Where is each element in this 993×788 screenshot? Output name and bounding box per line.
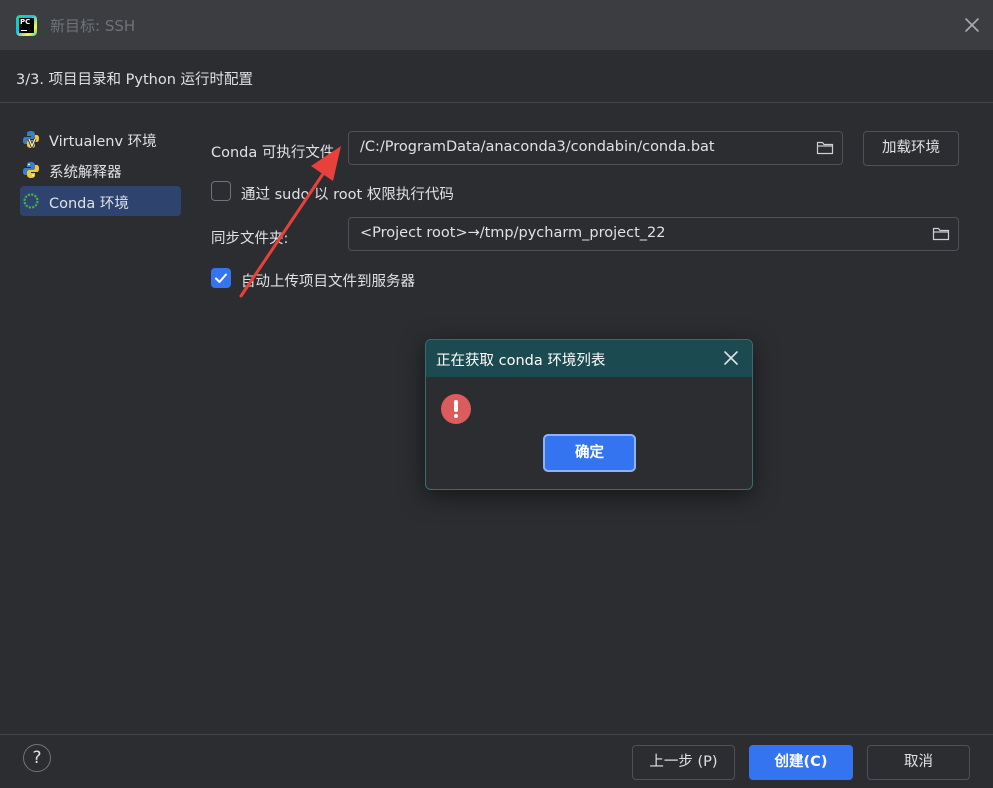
previous-button[interactable]: 上一步 (P) bbox=[632, 745, 735, 780]
help-icon[interactable]: ? bbox=[23, 744, 51, 772]
error-icon bbox=[441, 394, 471, 424]
sudo-checkbox[interactable] bbox=[211, 181, 231, 201]
auto-upload-checkbox[interactable] bbox=[211, 268, 231, 288]
step-header: 3/3. 项目目录和 Python 运行时配置 bbox=[0, 50, 993, 103]
sidebar-item-virtualenv[interactable]: Virtualenv 环境 bbox=[20, 124, 181, 154]
sidebar-item-label: 系统解释器 bbox=[49, 165, 122, 181]
sidebar-item-conda[interactable]: Conda 环境 bbox=[20, 186, 181, 216]
sidebar-item-label: Virtualenv 环境 bbox=[49, 134, 157, 150]
footer: ? 上一步 (P) 创建(C) 取消 bbox=[0, 734, 993, 788]
conda-icon bbox=[23, 193, 39, 209]
ok-button[interactable]: 确定 bbox=[543, 434, 636, 472]
conda-executable-label: Conda 可执行文件: bbox=[211, 145, 340, 161]
dialog-title: 正在获取 conda 环境列表 bbox=[436, 353, 606, 369]
conda-executable-field[interactable]: /C:/ProgramData/anaconda3/condabin/conda… bbox=[348, 131, 843, 165]
close-icon[interactable] bbox=[722, 349, 740, 367]
create-button[interactable]: 创建(C) bbox=[749, 745, 853, 780]
pycharm-logo-icon: PC bbox=[16, 15, 37, 36]
load-environment-button[interactable]: 加载环境 bbox=[863, 131, 959, 166]
title-bar: PC 新目标: SSH bbox=[0, 0, 993, 50]
dialog-header: 正在获取 conda 环境列表 bbox=[426, 340, 752, 377]
window-title: 新目标: SSH bbox=[50, 17, 136, 35]
folder-icon[interactable] bbox=[932, 226, 950, 242]
sidebar-item-label: Conda 环境 bbox=[49, 196, 129, 212]
step-title: 3/3. 项目目录和 Python 运行时配置 bbox=[16, 72, 254, 88]
sidebar-item-system-interpreter[interactable]: 系统解释器 bbox=[20, 155, 181, 185]
sudo-label: 通过 sudo 以 root 权限执行代码 bbox=[241, 187, 454, 203]
sync-folder-value: <Project root>→/tmp/pycharm_project_22 bbox=[360, 225, 666, 241]
python-icon bbox=[23, 162, 39, 178]
auto-upload-label: 自动上传项目文件到服务器 bbox=[241, 274, 415, 290]
checkmark-icon bbox=[215, 273, 227, 283]
virtualenv-icon bbox=[23, 131, 39, 148]
conda-executable-value: /C:/ProgramData/anaconda3/condabin/conda… bbox=[360, 139, 715, 155]
folder-icon[interactable] bbox=[816, 140, 834, 156]
error-dialog: 正在获取 conda 环境列表 确定 bbox=[425, 339, 753, 490]
window-close-icon[interactable] bbox=[961, 14, 983, 36]
sync-folder-label: 同步文件夹: bbox=[211, 231, 289, 247]
sync-folder-field[interactable]: <Project root>→/tmp/pycharm_project_22 bbox=[348, 217, 959, 251]
cancel-button[interactable]: 取消 bbox=[867, 745, 970, 780]
